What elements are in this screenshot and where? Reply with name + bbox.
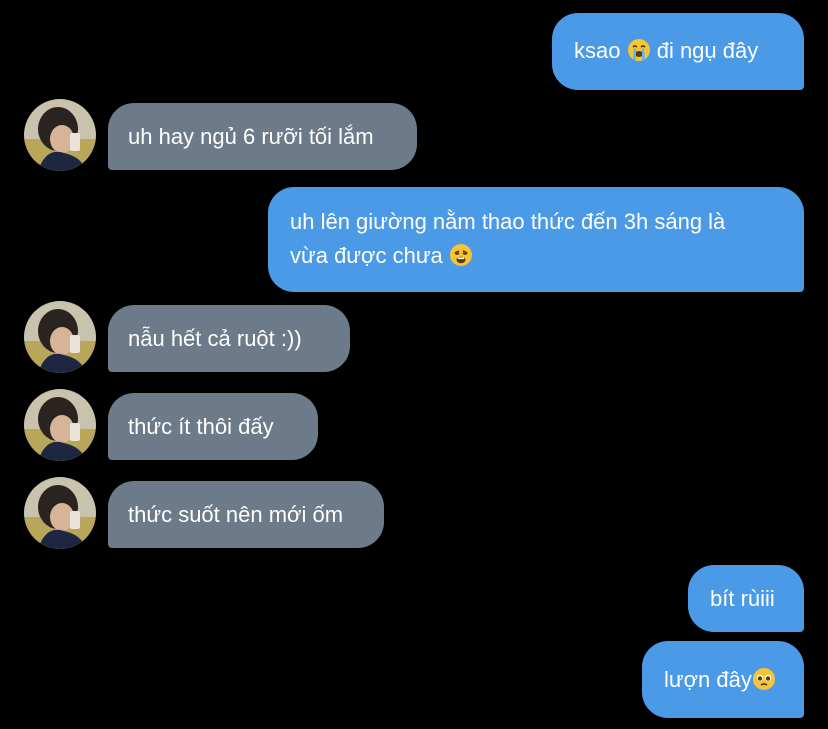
weary-face-emoji-icon	[449, 244, 472, 266]
message-text-line: uh lên giường nằm thao thức đến 3h sáng …	[290, 209, 726, 234]
message-text: lượn đây	[664, 667, 752, 692]
message-bubble-outgoing[interactable]: uh lên giường nằm thao thức đến 3h sáng …	[268, 187, 804, 292]
person-avatar-icon	[24, 389, 96, 461]
message-bubble-outgoing[interactable]: lượn đây	[642, 641, 804, 718]
message-bubble-incoming[interactable]: thức suốt nên mới ốm	[108, 481, 384, 548]
message-text: đi ngụ đây	[650, 38, 759, 63]
pleading-face-emoji-icon	[752, 668, 775, 690]
person-avatar-icon	[24, 301, 96, 373]
person-avatar-icon	[24, 99, 96, 171]
message-text: nẫu hết cả ruột :))	[128, 326, 302, 351]
avatar[interactable]	[24, 477, 96, 549]
message-text-line: vừa được chưa	[290, 239, 782, 273]
avatar[interactable]	[24, 301, 96, 373]
message-bubble-outgoing[interactable]: ksao đi ngụ đây	[552, 13, 804, 90]
avatar[interactable]	[24, 389, 96, 461]
message-text: bít rùiii	[710, 586, 775, 611]
message-bubble-incoming[interactable]: uh hay ngủ 6 rưỡi tối lắm	[108, 103, 417, 170]
message-bubble-outgoing[interactable]: bít rùiii	[688, 565, 804, 632]
message-bubble-incoming[interactable]: thức ít thôi đấy	[108, 393, 318, 460]
message-bubble-incoming[interactable]: nẫu hết cả ruột :))	[108, 305, 350, 372]
message-text: thức ít thôi đấy	[128, 414, 274, 439]
message-text: uh hay ngủ 6 rưỡi tối lắm	[128, 124, 374, 149]
loudly-crying-face-emoji-icon	[627, 39, 650, 61]
avatar[interactable]	[24, 99, 96, 171]
person-avatar-icon	[24, 477, 96, 549]
message-text: ksao	[574, 38, 627, 63]
message-text: thức suốt nên mới ốm	[128, 502, 344, 527]
